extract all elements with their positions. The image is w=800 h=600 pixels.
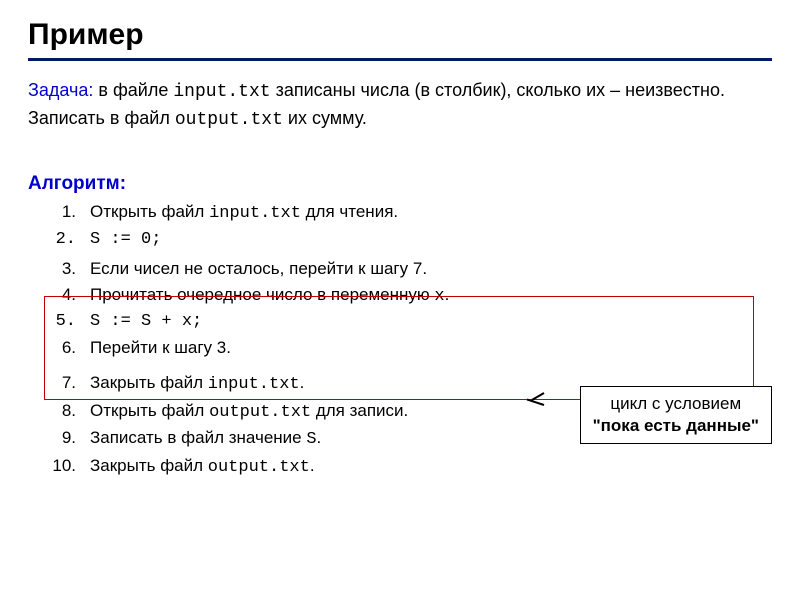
slide: Пример Задача: в файле input.txt записан… bbox=[0, 0, 800, 600]
step-number: 3. bbox=[28, 256, 90, 282]
step-number: 5. bbox=[28, 309, 90, 335]
callout-line2: "пока есть данные" bbox=[593, 415, 759, 437]
step-number: 8. bbox=[28, 398, 90, 426]
step-number: 6. bbox=[28, 335, 90, 361]
step-text: Прочитать очередное число в переменную x… bbox=[90, 282, 772, 310]
step-text: S := 0; bbox=[90, 227, 772, 253]
list-item: 3. Если чисел не осталось, перейти к шаг… bbox=[28, 256, 772, 282]
step-number: 1. bbox=[28, 199, 90, 227]
page-title: Пример bbox=[28, 18, 772, 52]
step-number: 9. bbox=[28, 425, 90, 453]
task-text-1: в файле bbox=[93, 80, 173, 100]
callout-line1: цикл с условием bbox=[593, 393, 759, 415]
list-item: 2. S := 0; bbox=[28, 227, 772, 253]
step-number: 10. bbox=[28, 453, 90, 481]
list-item: 10. Закрыть файл output.txt. bbox=[28, 453, 772, 481]
step-number: 7. bbox=[28, 370, 90, 398]
algorithm-label: Алгоритм: bbox=[28, 173, 772, 195]
title-underline bbox=[28, 58, 772, 61]
list-item: 5. S := S + x; bbox=[28, 309, 772, 335]
spacer bbox=[28, 360, 772, 370]
task-file-2: output.txt bbox=[175, 110, 283, 130]
step-text: Закрыть файл output.txt. bbox=[90, 453, 772, 481]
step-text: Если чисел не осталось, перейти к шагу 7… bbox=[90, 256, 772, 282]
callout-box: цикл с условием "пока есть данные" bbox=[580, 386, 772, 444]
list-item: 6. Перейти к шагу 3. bbox=[28, 335, 772, 361]
step-text: Открыть файл input.txt для чтения. bbox=[90, 199, 772, 227]
task-label: Задача: bbox=[28, 80, 93, 100]
step-number: 2. bbox=[28, 227, 90, 253]
step-number: 4. bbox=[28, 282, 90, 310]
step-text: S := S + x; bbox=[90, 309, 772, 335]
list-item: 1. Открыть файл input.txt для чтения. bbox=[28, 199, 772, 227]
task-text-3: их сумму. bbox=[283, 108, 367, 128]
task-block: Задача: в файле input.txt записаны числа… bbox=[28, 77, 772, 133]
task-file-1: input.txt bbox=[173, 82, 270, 102]
step-text: Перейти к шагу 3. bbox=[90, 335, 772, 361]
list-item: 4. Прочитать очередное число в переменну… bbox=[28, 282, 772, 310]
